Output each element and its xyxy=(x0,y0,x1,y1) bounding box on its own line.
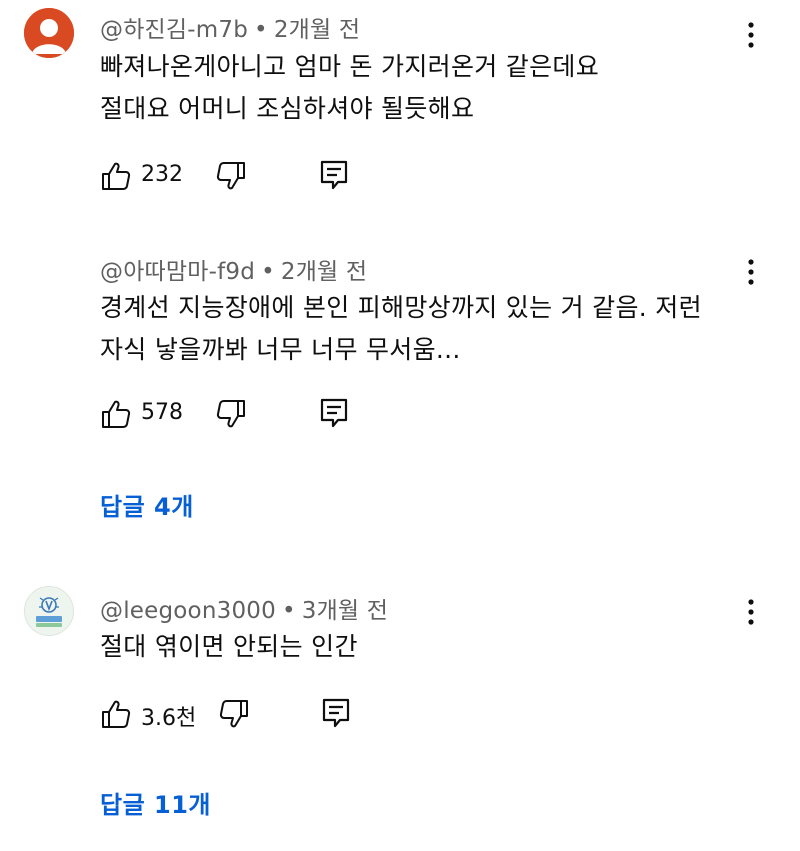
meta-separator: • xyxy=(261,259,275,285)
comment-time: 2개월 전 xyxy=(273,17,361,43)
avatar[interactable] xyxy=(24,586,74,636)
comment-meta: @아따맘마-f9d • 2개월 전 xyxy=(100,252,367,286)
comment-text-line: 자식 낳을까봐 너무 너무 무서움... xyxy=(100,335,461,364)
view-replies-button[interactable]: 답글 11개 xyxy=(100,785,211,820)
author-name[interactable]: @하진김-m7b xyxy=(100,17,248,43)
comment-time: 2개월 전 xyxy=(280,259,368,285)
comment-text-line: 경계선 지능장애에 본인 피해망상까지 있는 거 같음. 저런 xyxy=(100,293,702,322)
reply-icon[interactable] xyxy=(320,160,348,196)
like-count: 578 xyxy=(141,400,183,425)
comment-text-line: 절대요 어머니 조심하셔야 될듯해요 xyxy=(100,94,475,123)
author-name[interactable]: @leegoon3000 xyxy=(100,598,276,624)
comment-text-line: 빠져나온게아니고 엄마 돈 가지러온거 같은데요 xyxy=(100,52,599,81)
author-name[interactable]: @아따맘마-f9d xyxy=(100,259,255,285)
person-silhouette-icon xyxy=(24,8,74,58)
like-count: 3.6천 xyxy=(141,706,197,731)
comment-meta: @하진김-m7b • 2개월 전 xyxy=(100,10,360,44)
thumbs-up-icon[interactable] xyxy=(100,160,132,196)
more-vert-icon[interactable] xyxy=(743,258,759,288)
thumbs-down-icon[interactable] xyxy=(218,698,250,734)
reply-icon[interactable] xyxy=(322,698,350,734)
comment-time: 3개월 전 xyxy=(301,598,389,624)
channel-avatar-image xyxy=(25,587,73,635)
meta-separator: • xyxy=(281,598,296,624)
thumbs-up-icon[interactable] xyxy=(100,398,132,434)
view-replies-button[interactable]: 답글 4개 xyxy=(100,487,194,522)
more-vert-icon[interactable] xyxy=(743,21,759,51)
more-vert-icon[interactable] xyxy=(743,598,759,628)
comment-text-line: 절대 엮이면 안되는 인간 xyxy=(100,632,358,661)
thumbs-up-icon[interactable] xyxy=(100,698,132,734)
comment-meta: @leegoon3000 • 3개월 전 xyxy=(100,591,388,625)
avatar[interactable] xyxy=(24,8,74,58)
like-count: 232 xyxy=(141,162,183,187)
thumbs-down-icon[interactable] xyxy=(215,398,247,434)
meta-separator: • xyxy=(254,17,268,43)
reply-icon[interactable] xyxy=(320,398,348,434)
thumbs-down-icon[interactable] xyxy=(215,160,247,196)
